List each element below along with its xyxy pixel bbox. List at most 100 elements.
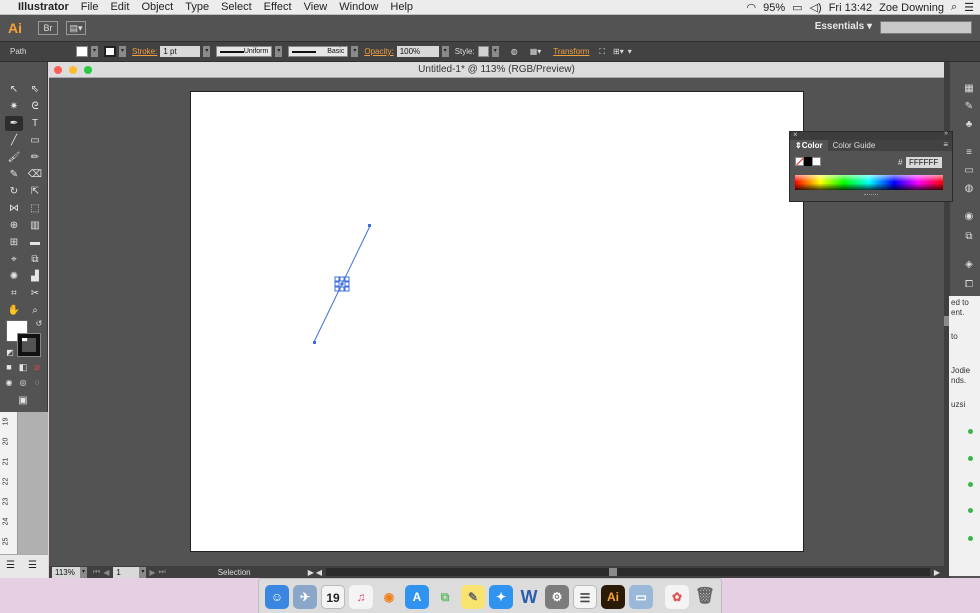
eraser-tool-icon[interactable]: ⌫ — [26, 167, 44, 182]
direct-selection-tool-icon[interactable]: ⇖ — [26, 82, 44, 97]
chevron-down-icon[interactable]: ▾ — [275, 46, 283, 57]
document-title-bar[interactable]: Untitled-1* @ 113% (RGB/Preview) — [49, 62, 944, 78]
chevron-down-icon[interactable]: ▾ — [119, 46, 126, 57]
horizontal-scrollbar[interactable] — [326, 568, 930, 576]
blend-tool-icon[interactable]: ⧉ — [26, 252, 44, 267]
itunes-icon[interactable]: ♫ — [349, 585, 373, 609]
draw-inside-icon[interactable]: ◌ — [31, 375, 43, 390]
panel-menu-icon[interactable]: ≡ — [943, 140, 952, 151]
chevron-down-icon[interactable]: ▾ — [491, 46, 499, 57]
anchor-point[interactable] — [313, 341, 316, 344]
menu-select[interactable]: Select — [215, 1, 258, 13]
draw-normal-icon[interactable]: ◉ — [3, 375, 15, 390]
artwork-canvas[interactable] — [191, 92, 805, 553]
photo-app-icon[interactable]: ✈ — [293, 585, 317, 609]
graphic-styles-panel-icon[interactable]: ⧉ — [961, 230, 977, 244]
scroll-right-icon[interactable]: ▶ — [934, 568, 940, 577]
column-graph-tool-icon[interactable]: ▟ — [26, 269, 44, 284]
perspective-grid-tool-icon[interactable]: ▥ — [26, 218, 44, 233]
notes-icon[interactable]: ✎ — [461, 585, 485, 609]
appearance-panel-icon[interactable]: ◉ — [961, 210, 977, 224]
close-button[interactable] — [54, 66, 62, 74]
type-tool-icon[interactable]: T — [26, 116, 44, 131]
arrange-icon[interactable]: ⊞▾ — [613, 47, 624, 56]
close-icon[interactable]: × — [793, 130, 798, 139]
style-swatch[interactable] — [477, 46, 489, 57]
artboard[interactable] — [190, 91, 804, 552]
chevron-down-icon[interactable]: ▾ — [441, 46, 449, 57]
profile-preview[interactable]: Uniform — [216, 46, 273, 57]
shape-builder-tool-icon[interactable]: ⊕ — [5, 218, 23, 233]
search-help-input[interactable] — [880, 21, 972, 34]
last-artboard-icon[interactable]: ⏭ — [159, 567, 166, 577]
transparency-panel-icon[interactable]: ◍ — [961, 182, 977, 196]
artboard-tool-icon[interactable]: ⌗ — [5, 286, 23, 301]
workspace-switcher[interactable]: Essentials ▾ — [815, 21, 872, 32]
status-menu-icon[interactable]: ▶ — [308, 568, 314, 577]
brush-preview[interactable]: Basic — [288, 46, 349, 57]
swatches-panel-icon[interactable]: ▦ — [961, 82, 977, 96]
brushes-panel-icon[interactable]: ✎ — [961, 100, 977, 114]
pencil-tool-icon[interactable]: ✏ — [26, 150, 44, 165]
resize-grip[interactable] — [864, 194, 878, 196]
gradient-mode-icon[interactable]: ◧ — [17, 360, 29, 375]
artboard-number-field[interactable]: 1 — [113, 566, 140, 578]
color-mode-icon[interactable]: ■ — [3, 360, 15, 375]
slice-tool-icon[interactable]: ✂ — [26, 286, 44, 301]
grid-view-icon[interactable]: ☰ — [28, 560, 37, 571]
bridge-icon[interactable]: Br — [38, 21, 58, 35]
gradient-panel-icon[interactable]: ▭ — [961, 164, 977, 178]
color-spectrum[interactable] — [795, 175, 943, 190]
magic-wand-tool-icon[interactable]: ✷ — [5, 99, 23, 114]
wifi-icon[interactable]: ◠ — [747, 1, 757, 14]
stroke-color-box[interactable] — [17, 333, 41, 357]
symbol-sprayer-tool-icon[interactable]: ✺ — [5, 269, 23, 284]
next-artboard-icon[interactable]: ▶ — [149, 568, 155, 577]
panel-menu-icon[interactable]: ▾ — [628, 47, 632, 56]
opacity-field[interactable]: 100% — [396, 46, 439, 57]
menu-effect[interactable]: Effect — [258, 1, 298, 13]
menu-window[interactable]: Window — [333, 1, 384, 13]
lasso-tool-icon[interactable]: ᘓ — [26, 99, 44, 114]
gradient-tool-icon[interactable]: ▬ — [26, 235, 44, 250]
tab-color-guide[interactable]: Color Guide — [828, 140, 881, 151]
chevron-down-icon[interactable]: ▾ — [139, 566, 147, 578]
stroke-color-control[interactable]: ▾ — [104, 46, 126, 57]
anchor-point[interactable] — [368, 224, 371, 227]
rotate-tool-icon[interactable]: ↻ — [5, 184, 23, 199]
paintbrush-tool-icon[interactable]: 🖌 — [5, 150, 23, 165]
calendar-icon[interactable]: 19 — [321, 585, 345, 609]
stroke-weight-field[interactable]: 1 pt — [160, 46, 201, 57]
width-tool-icon[interactable]: ⋈ — [5, 201, 23, 216]
chevron-down-icon[interactable]: ▾ — [80, 566, 87, 578]
menu-type[interactable]: Type — [179, 1, 215, 13]
menu-help[interactable]: Help — [384, 1, 419, 13]
draw-behind-icon[interactable]: ◎ — [17, 375, 29, 390]
stroke-swatch[interactable] — [104, 46, 116, 57]
spotlight-icon[interactable]: ⌕ — [951, 1, 957, 14]
layers-panel-icon[interactable]: ◈ — [961, 258, 977, 272]
scrollbar-thumb[interactable] — [609, 568, 618, 576]
clock[interactable]: Fri 13:42 — [829, 2, 872, 14]
zoom-button[interactable] — [84, 66, 92, 74]
battery-percent[interactable]: 95% — [763, 2, 785, 14]
app-icon[interactable]: ◉ — [377, 585, 401, 609]
app-store-icon[interactable]: A — [405, 585, 429, 609]
preview-icon[interactable]: ⧉ — [433, 585, 457, 609]
illustrator-dock-icon[interactable]: Ai — [601, 585, 625, 609]
panel-header[interactable]: × » — [790, 130, 952, 140]
stroke-panel-icon[interactable]: ≡ — [961, 146, 977, 160]
finder-icon[interactable]: ☺ — [265, 585, 289, 609]
image-capture-icon[interactable]: ▭ — [629, 585, 653, 609]
menu-file[interactable]: File — [75, 1, 105, 13]
black-swatch[interactable] — [804, 157, 812, 166]
free-transform-tool-icon[interactable]: ⬚ — [26, 201, 44, 216]
volume-icon[interactable]: ◁) — [810, 1, 822, 14]
menu-app-name[interactable]: Illustrator — [12, 1, 75, 13]
current-tool-status[interactable]: Selection — [218, 568, 308, 577]
menu-edit[interactable]: Edit — [104, 1, 135, 13]
fill-swatch[interactable] — [76, 46, 88, 57]
default-colors-icon[interactable]: ◩ — [1, 345, 19, 360]
none-color-icon[interactable] — [795, 157, 804, 166]
menu-view[interactable]: View — [298, 1, 334, 13]
